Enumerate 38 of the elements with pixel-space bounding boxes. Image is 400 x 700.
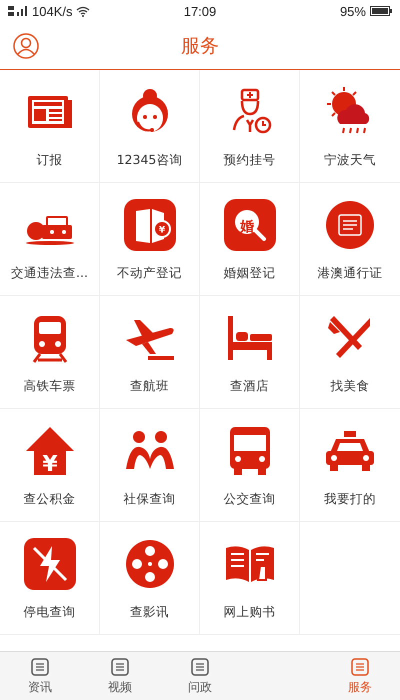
signal-icon <box>8 5 28 17</box>
service-tile[interactable]: 宁波天气 <box>300 70 400 183</box>
service-tile[interactable]: ¥ 不动产登记 <box>100 183 200 296</box>
service-tile[interactable]: 查影讯 <box>100 522 200 635</box>
tab-icon <box>190 656 210 676</box>
page-title: 服务 <box>181 34 219 58</box>
tab-icon <box>30 656 50 676</box>
wifi-icon <box>76 6 90 16</box>
service-tile[interactable]: 交通违法查... <box>0 183 100 296</box>
clock: 17:09 <box>184 4 216 18</box>
magnifier-icon: 婚 <box>222 196 278 252</box>
tab-item[interactable]: 资讯 <box>0 652 80 700</box>
service-tile[interactable]: 网上购书 <box>200 522 300 635</box>
battery-icon <box>370 6 392 16</box>
service-tile[interactable]: 社保查询 <box>100 409 200 522</box>
service-tile[interactable]: 找美食 <box>300 296 400 409</box>
tab-item[interactable]: 问政 <box>160 652 240 700</box>
service-tile[interactable]: 查航班 <box>100 296 200 409</box>
service-tile[interactable]: 12345咨询 <box>100 70 200 183</box>
tab-item[interactable]: 服务 <box>320 652 400 700</box>
battery-percent: 95% <box>340 4 366 18</box>
service-tile[interactable]: 查酒店 <box>200 296 300 409</box>
service-tile[interactable]: 停电查询 <box>0 522 100 635</box>
power-off-icon <box>22 536 78 592</box>
service-tile[interactable]: 港澳通行证 <box>300 183 400 296</box>
tab-item[interactable]: 视频 <box>80 652 160 700</box>
service-tile[interactable]: 订报 <box>0 70 100 183</box>
building-icon: ¥ <box>122 196 178 252</box>
profile-icon[interactable] <box>13 33 39 59</box>
network-speed: 104K/s <box>32 4 72 18</box>
service-tile[interactable]: 高铁车票 <box>0 296 100 409</box>
service-tile[interactable]: 预约挂号 <box>200 70 300 183</box>
tab-icon <box>110 656 130 676</box>
service-tile[interactable]: 公交查询 <box>200 409 300 522</box>
service-tile[interactable]: 我要打的 <box>300 409 400 522</box>
service-tile[interactable]: ¥ 查公积金 <box>0 409 100 522</box>
tab-icon <box>350 656 370 676</box>
service-tile[interactable]: 婚 婚姻登记 <box>200 183 300 296</box>
